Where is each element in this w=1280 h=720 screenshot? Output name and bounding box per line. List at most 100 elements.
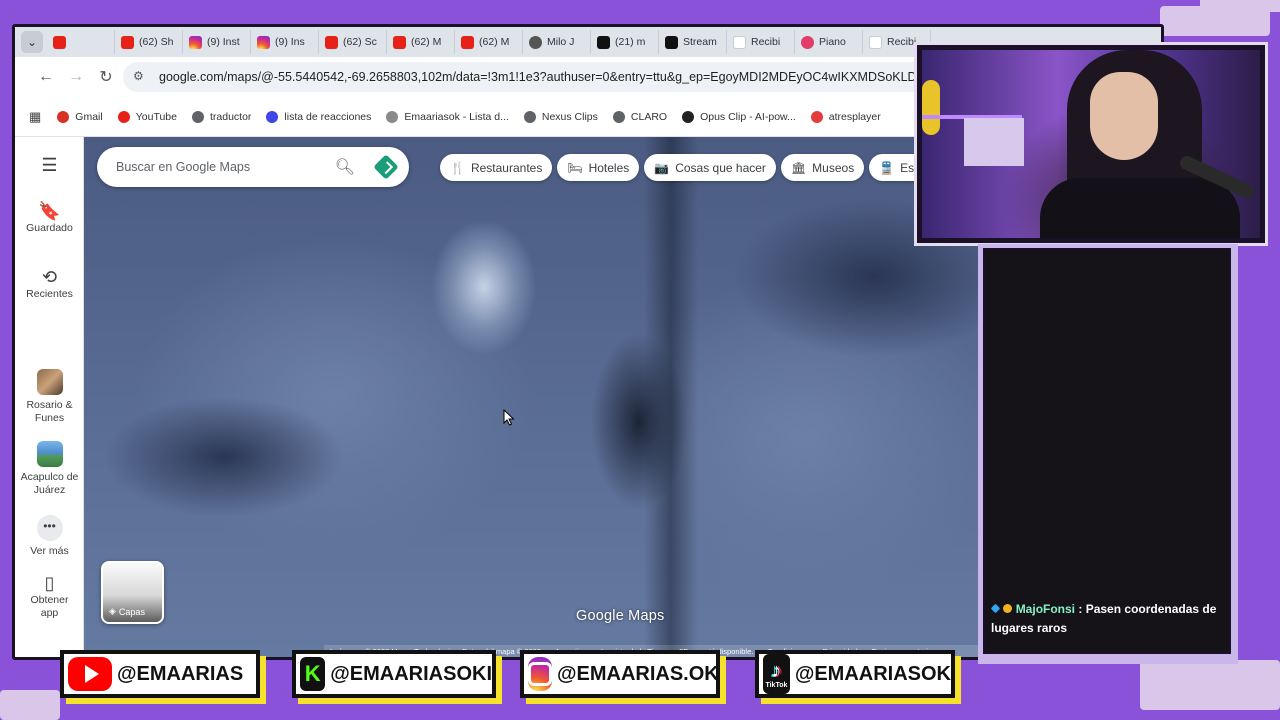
tab-title: Recibi	[887, 36, 917, 48]
rail-place-acapulco[interactable]: Acapulco de Juárez	[15, 441, 84, 497]
maps-search-input[interactable]: Buscar en Google Maps 🔍︎	[97, 147, 409, 187]
category-chip[interactable]: 🏛 Museos	[780, 154, 865, 181]
bookmark-item[interactable]: Nexus Clips	[523, 110, 598, 123]
apps-grid-icon[interactable]: ▦	[29, 109, 41, 125]
bookmark-favicon-icon	[191, 110, 204, 123]
browser-tab[interactable]: (62) Sc	[319, 30, 387, 54]
browser-tab[interactable]: (62) Sh	[115, 30, 183, 54]
youtube-icon	[393, 35, 406, 49]
browser-tab[interactable]: (9) Ins	[251, 30, 319, 54]
tab-title: (9) Ins	[275, 36, 305, 48]
bookmark-item[interactable]: atresplayer	[810, 110, 881, 123]
browser-tab[interactable]: Milo J	[523, 30, 591, 54]
tab-title: (62) M	[479, 36, 510, 48]
site-info-icon[interactable]: ⚙	[133, 69, 149, 85]
bits-badge-icon	[1003, 604, 1013, 613]
menu-button[interactable]: ☰	[15, 155, 84, 176]
browser-tab[interactable]: Piano	[795, 30, 863, 54]
rail-place1-label: Rosario & Funes	[26, 399, 73, 424]
rail-get-app[interactable]: ▯ Obtener app	[15, 573, 84, 620]
youtube-icon	[325, 35, 338, 49]
layers-button[interactable]: ◈ Capas	[101, 561, 164, 624]
youtube-icon	[461, 35, 474, 49]
browser-tab[interactable]	[47, 30, 115, 54]
fork-knife-icon: 🍴	[450, 160, 465, 175]
history-icon: ⟲	[41, 267, 58, 287]
monitor-decoration	[964, 118, 1024, 166]
browser-tab[interactable]: (62) M	[387, 30, 455, 54]
layers-label-wrap: ◈ Capas	[109, 606, 145, 617]
layers-label: Capas	[118, 606, 145, 617]
google-maps-logo: Google Maps	[576, 608, 665, 624]
maps-side-rail: ☰ 🔖 Guardado ⟲ Recientes Rosario & Funes…	[15, 137, 84, 657]
back-button[interactable]: ←	[31, 68, 61, 86]
bookmark-item[interactable]: CLARO	[612, 110, 667, 123]
pixel-cloud-decoration	[1140, 660, 1280, 710]
rail-recent[interactable]: ⟲ Recientes	[15, 267, 84, 301]
bookmark-favicon-icon	[810, 110, 823, 123]
bookmark-icon: 🔖	[38, 201, 61, 221]
chat-overlay: MajoFonsi : Pasen coordenadas de lugares…	[978, 244, 1238, 664]
rail-saved[interactable]: 🔖 Guardado	[15, 201, 84, 235]
gmail-icon	[869, 35, 882, 49]
bookmark-label: YouTube	[135, 110, 177, 123]
chip-label: Hoteles	[588, 160, 630, 175]
search-placeholder: Buscar en Google Maps	[116, 160, 251, 174]
bookmark-item[interactable]: Opus Clip - AI-pow...	[682, 110, 796, 123]
place-thumbnail	[36, 369, 63, 395]
rail-place2-label: Acapulco de Juárez	[20, 471, 79, 496]
more-icon: •••	[36, 515, 63, 541]
bookmark-label: traductor	[209, 110, 252, 123]
bookmark-label: lista de reacciones	[284, 110, 372, 123]
directions-icon[interactable]	[373, 154, 399, 180]
museum-icon: 🏛	[790, 160, 807, 175]
tab-title: (62) Sh	[139, 36, 174, 48]
category-chip[interactable]: 🛏 Hoteles	[557, 154, 640, 181]
category-chip[interactable]: 🍴 Restaurantes	[440, 154, 553, 181]
bookmark-favicon-icon	[386, 110, 399, 123]
browser-tab[interactable]: (21) m	[591, 30, 659, 54]
browser-tab[interactable]: Stream	[659, 30, 727, 54]
chip-label: Cosas que hacer	[675, 160, 766, 175]
rail-more[interactable]: ••• Ver más	[15, 515, 84, 558]
bookmark-label: atresplayer	[828, 110, 881, 123]
kick-social-banner: K @EMAARIASOKI	[292, 650, 496, 698]
bookmark-item[interactable]: traductor	[191, 110, 252, 123]
bookmark-item[interactable]: YouTube	[117, 110, 177, 123]
search-icon[interactable]: 🔍︎	[335, 157, 355, 177]
forward-button[interactable]: →	[61, 68, 91, 86]
instagram-icon	[528, 657, 552, 691]
browser-tab[interactable]: (9) Inst	[183, 30, 251, 54]
youtube-handle: @EMAARIAS	[117, 662, 244, 685]
rail-saved-label: Guardado	[26, 222, 73, 234]
reload-button[interactable]: ↻	[91, 67, 121, 87]
bookmark-favicon-icon	[682, 110, 695, 123]
tab-title: (21) m	[615, 36, 646, 48]
pixel-cloud-decoration	[0, 690, 60, 720]
rail-place-rosario[interactable]: Rosario & Funes	[15, 369, 84, 425]
category-chip[interactable]: 📷 Cosas que hacer	[644, 154, 776, 181]
url-text: google.com/maps/@-55.5440542,-69.2658803…	[159, 70, 944, 84]
streamer-shirt	[1040, 178, 1240, 238]
tab-title: Piano	[819, 36, 846, 48]
bookmark-favicon-icon	[57, 110, 70, 123]
bookmark-item[interactable]: lista de reacciones	[266, 110, 372, 123]
chip-label: Museos	[812, 160, 855, 175]
hamburger-icon: ☰	[41, 155, 58, 175]
bookmark-label: Gmail	[75, 110, 103, 123]
bookmark-item[interactable]: Emaariasok - Lista d...	[386, 110, 509, 123]
lamp-decoration	[922, 80, 940, 135]
bookmark-label: Emaariasok - Lista d...	[404, 110, 509, 123]
tiktok-social-banner: ♪ TikTok @EMAARIASOK	[755, 650, 955, 698]
webcam-overlay	[914, 42, 1268, 246]
bookmark-item[interactable]: Gmail	[57, 110, 103, 123]
tiktok-note-glyph: ♪	[771, 659, 782, 682]
tab-search-button[interactable]: ⌄	[21, 31, 43, 53]
phone-icon: ▯	[44, 573, 55, 593]
chat-panel: MajoFonsi : Pasen coordenadas de lugares…	[983, 248, 1231, 654]
browser-tab[interactable]: (62) M	[455, 30, 523, 54]
browser-tab[interactable]: Recibi	[727, 30, 795, 54]
chat-separator: :	[1075, 602, 1086, 616]
tab-title: (9) Inst	[207, 36, 240, 48]
chat-username: MajoFonsi	[1015, 602, 1076, 616]
